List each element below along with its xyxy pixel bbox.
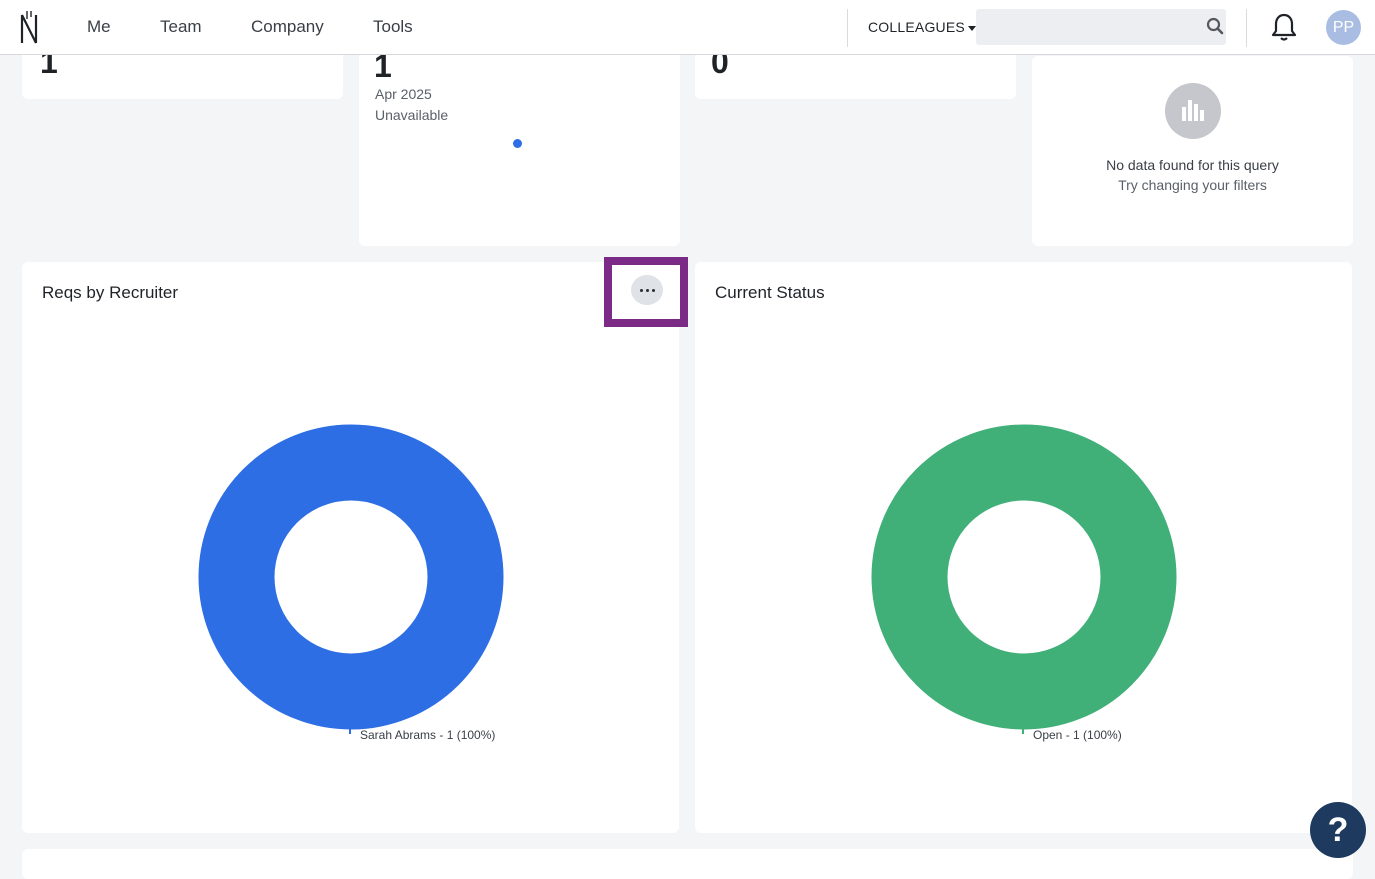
kpi-card: 1 Apr 2025 Unavailable <box>359 40 680 246</box>
next-card <box>22 849 1353 879</box>
app-logo-icon[interactable] <box>18 9 42 47</box>
recruiter-donut-chart <box>198 424 504 730</box>
donut-slice-sarah-abrams[interactable] <box>198 424 504 730</box>
donut-slice-open[interactable] <box>871 424 1177 730</box>
slice-label: Sarah Abrams - 1 (100%) <box>360 728 496 742</box>
colleagues-dropdown[interactable]: COLLEAGUES <box>868 19 976 35</box>
trend-dot <box>513 139 522 148</box>
search-input[interactable] <box>976 9 1226 45</box>
colleagues-label: COLLEAGUES <box>868 19 965 35</box>
legend-tick <box>1022 728 1024 734</box>
kpi-period: Apr 2025 <box>375 86 432 102</box>
caret-down-icon <box>967 25 976 31</box>
no-data-card: No data found for this query Try changin… <box>1032 56 1353 246</box>
recruiter-chart-card: Reqs by Recruiter Sarah Abrams - 1 (100%… <box>22 262 679 833</box>
dot <box>652 289 655 292</box>
nav-divider <box>847 9 848 47</box>
status-chart-card: Current Status Open - 1 (100%) <box>695 262 1352 833</box>
chart-title: Reqs by Recruiter <box>42 283 179 302</box>
nav-company[interactable]: Company <box>251 17 324 37</box>
avatar[interactable]: PP <box>1326 10 1361 45</box>
more-options-button[interactable] <box>631 275 663 305</box>
chart-title: Current Status <box>715 283 825 302</box>
more-options-highlight <box>604 257 688 327</box>
help-button[interactable]: ? <box>1310 802 1366 858</box>
top-navbar: Me Team Company Tools COLLEAGUES PP <box>0 0 1375 55</box>
no-data-title: No data found for this query <box>1106 157 1279 173</box>
nav-team[interactable]: Team <box>160 17 202 37</box>
dot <box>646 289 649 292</box>
slice-label: Open - 1 (100%) <box>1033 728 1122 742</box>
nav-divider <box>1246 9 1247 47</box>
nav-tools[interactable]: Tools <box>373 17 413 37</box>
dot <box>640 289 643 292</box>
status-donut-chart <box>871 424 1177 730</box>
kpi-status: Unavailable <box>375 107 449 123</box>
legend-tick <box>349 728 351 734</box>
bell-icon[interactable] <box>1270 12 1298 42</box>
no-data-subtitle: Try changing your filters <box>1118 177 1267 193</box>
bar-chart-icon <box>1165 83 1221 139</box>
search-icon[interactable] <box>1206 17 1224 35</box>
nav-me[interactable]: Me <box>87 17 111 37</box>
